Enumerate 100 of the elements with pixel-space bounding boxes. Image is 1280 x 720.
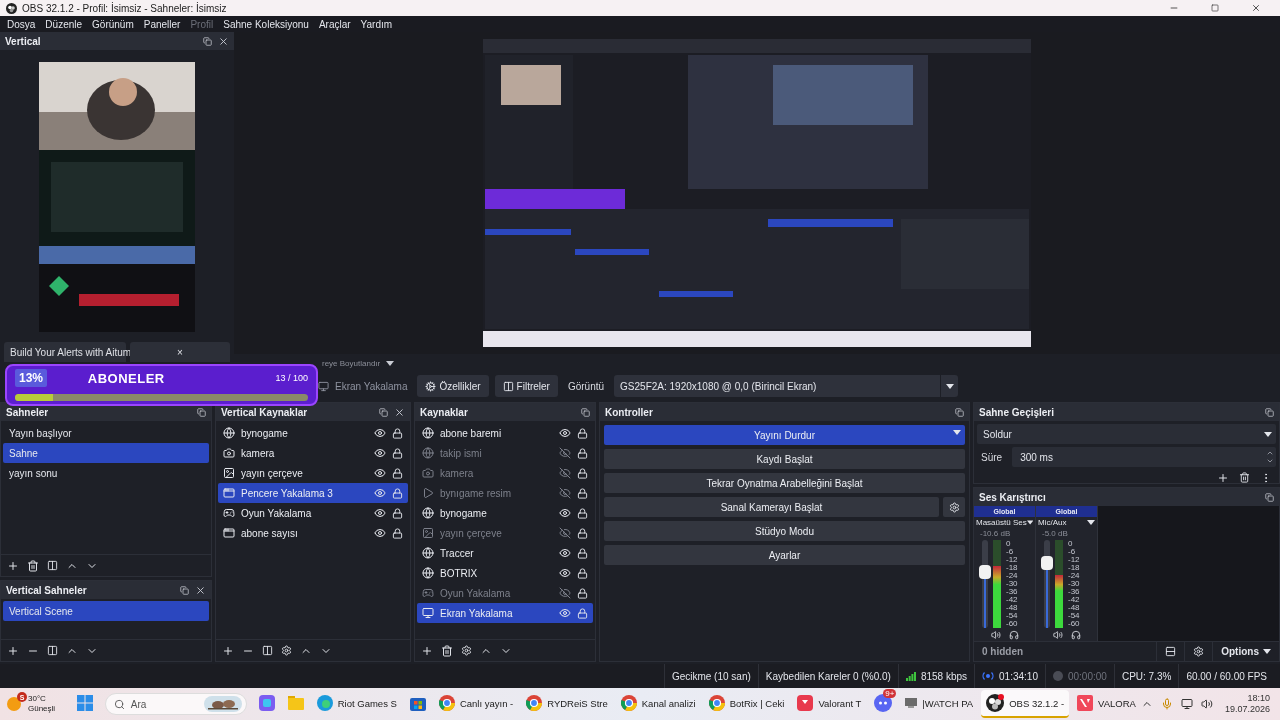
float-icon[interactable] [203,36,212,46]
source-item[interactable]: abone baremi [417,423,593,443]
add-icon[interactable] [7,559,19,572]
lock-icon[interactable] [577,467,588,479]
source-item[interactable]: bynıgame resim [417,483,593,503]
slider-thumb[interactable] [1041,555,1053,570]
taskbar-button[interactable]: Canlı yayın - [433,690,519,718]
source-item[interactable]: Oyun Yakalama [218,503,408,523]
add-icon[interactable] [222,644,234,657]
eye-off-icon[interactable] [559,467,571,479]
channel-menu[interactable]: Masaüstü Ses [974,517,1035,529]
volume-slider[interactable] [982,539,988,628]
eye-icon[interactable] [559,427,571,439]
menu-item[interactable]: Yardım [355,16,398,32]
filter-icon[interactable] [47,645,58,656]
close-icon[interactable] [195,584,206,596]
float-icon[interactable] [197,407,206,417]
add-icon[interactable] [421,644,433,657]
lock-icon[interactable] [577,547,588,559]
eye-icon[interactable] [374,427,386,439]
source-item[interactable]: bynogame [417,503,593,523]
settings-button[interactable] [943,497,965,517]
lock-icon[interactable] [577,427,588,439]
add-icon[interactable] [7,644,19,657]
add-icon[interactable] [1217,472,1229,484]
trash-icon[interactable] [27,559,39,572]
menu-item[interactable]: Araçlar [313,16,356,32]
filters-button[interactable]: Filtreler [494,375,558,397]
taskbar-button[interactable]: |WATCH PA [900,690,979,718]
control-button[interactable]: Ayarlar [604,545,965,565]
control-button[interactable]: Kaydı Başlat [604,449,965,469]
control-button[interactable]: Stüdyo Modu [604,521,965,541]
source-item[interactable]: abone sayısı [218,523,408,543]
source-item[interactable]: yayın çerçeve [417,523,593,543]
lock-icon[interactable] [577,567,588,579]
speaker-icon[interactable] [990,630,1001,641]
transition-dropdown[interactable]: Soldur [977,424,1276,444]
menu-item[interactable]: Görünüm [87,16,139,32]
lock-icon[interactable] [392,467,403,479]
source-item[interactable]: Oyun Yakalama [417,583,593,603]
source-item[interactable]: BOTRIX [417,563,593,583]
scale-menu-label[interactable]: reye Boyutlandır [322,358,381,368]
menu-item[interactable]: Dosya [2,16,41,32]
eye-icon[interactable] [374,467,386,479]
taskbar-button[interactable]: BotRix | Ceki [703,690,790,718]
eye-icon[interactable] [559,607,571,619]
lock-icon[interactable] [392,487,403,499]
lock-icon[interactable] [577,507,588,519]
volume-icon[interactable] [1200,698,1213,710]
eye-off-icon[interactable] [559,487,571,499]
scene-item[interactable]: Sahne [3,443,209,463]
network-icon[interactable] [1180,698,1193,710]
taskbar-button[interactable]: RYDReiS Stre [521,690,613,718]
lock-icon[interactable] [392,507,403,519]
source-item[interactable]: Ekran Yakalama [417,603,593,623]
options-button[interactable]: Options [1212,641,1279,662]
source-item[interactable]: Traccer [417,543,593,563]
taskbar-button[interactable]: Kanal analizi [615,690,701,718]
eye-icon[interactable] [374,487,386,499]
close-icon[interactable] [218,35,229,47]
increment-icon[interactable] [1266,449,1274,457]
headphones-icon[interactable] [1008,630,1019,641]
source-item[interactable]: Pencere Yakalama 3 [218,483,408,503]
channel-menu[interactable]: Mic/Aux [1036,517,1097,529]
headphones-icon[interactable] [1070,630,1081,641]
menu-item[interactable]: Sahne Koleksiyonu [218,16,314,32]
duration-field[interactable]: 300 ms [1012,447,1276,467]
float-icon[interactable] [581,407,590,417]
menu-item[interactable]: Paneller [138,16,186,32]
display-dropdown[interactable]: GS25F2A: 1920x1080 @ 0,0 (Birincil Ekran) [614,375,958,397]
lock-icon[interactable] [577,447,588,459]
lock-icon[interactable] [392,427,403,439]
trash-icon[interactable] [1239,472,1250,483]
menu-item[interactable]: Düzenle [40,16,88,32]
taskbar-button[interactable]: VALORA [1072,690,1141,718]
float-icon[interactable] [1265,407,1274,417]
lock-icon[interactable] [577,607,588,619]
close-icon[interactable] [394,406,405,418]
lock-icon[interactable] [392,527,403,539]
eye-off-icon[interactable] [559,527,571,539]
properties-button[interactable]: Özellikler [417,375,489,397]
control-button[interactable]: Tekrar Oynatma Arabelleğini Başlat [604,473,965,493]
source-item[interactable]: kamera [218,443,408,463]
lock-icon[interactable] [577,587,588,599]
volume-slider[interactable] [1044,539,1050,628]
clock[interactable]: 18:10 19.07.2026 [1220,693,1274,715]
lock-icon[interactable] [577,487,588,499]
eye-icon[interactable] [374,447,386,459]
taskbar-button[interactable]: Valorant T [792,690,867,718]
dock-tab[interactable]: × [130,342,230,362]
scene-item[interactable]: yayın sonu [3,463,209,483]
source-item[interactable]: bynogame [218,423,408,443]
settings-icon[interactable] [461,645,472,656]
source-item[interactable]: kamera [417,463,593,483]
decrement-icon[interactable] [1266,457,1274,465]
slider-thumb[interactable] [979,565,991,580]
filter-icon[interactable] [262,645,273,656]
source-item[interactable]: yayın çerçeve [218,463,408,483]
search-field[interactable]: Ara [104,693,247,715]
control-button[interactable]: Yayını Durdur [604,425,965,445]
